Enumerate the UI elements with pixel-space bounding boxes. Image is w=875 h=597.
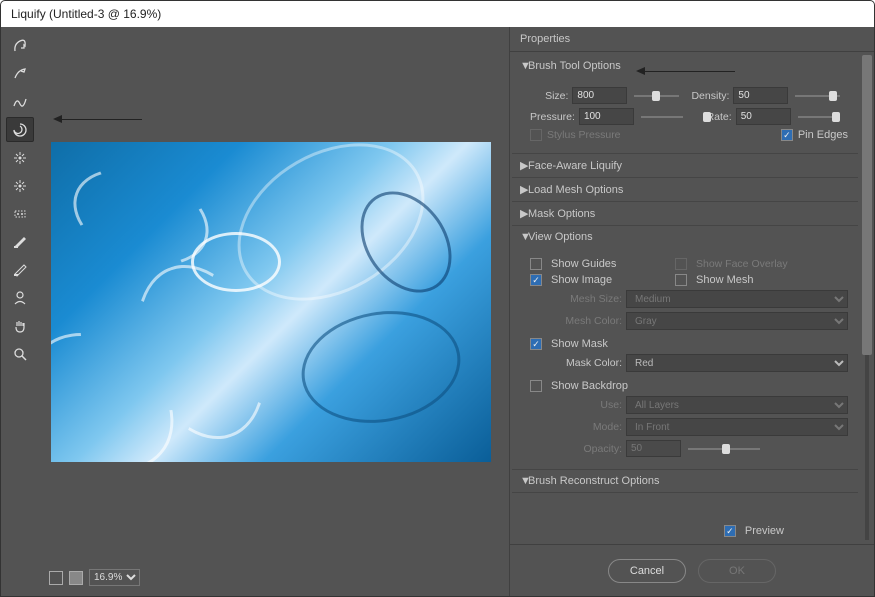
rate-label: Rate: [695,111,731,123]
show-guides-checkbox[interactable] [530,258,542,270]
show-image-label: Show Image [551,274,671,286]
mask-color-select[interactable]: Red [626,354,848,372]
mesh-color-select: Gray [626,312,848,330]
forward-warp-tool[interactable] [6,33,34,58]
show-mask-checkbox[interactable]: ✓ [530,338,542,350]
zoom-tool[interactable] [6,341,34,366]
stylus-pressure-checkbox [530,129,542,141]
show-backdrop-label: Show Backdrop [551,380,628,392]
dialog-footer: ✓Preview Cancel OK [510,544,874,596]
canvas-area: 16.9% [39,27,509,596]
face-tool[interactable] [6,285,34,310]
toolbar [1,27,39,596]
mask-color-label: Mask Color: [530,357,622,369]
triangle-right-icon: ▶ [520,183,528,196]
pressure-slider[interactable] [641,111,683,123]
thaw-mask-tool[interactable] [6,257,34,282]
use-select: All Layers [626,396,848,414]
mode-select: In Front [626,418,848,436]
pucker-tool[interactable] [6,145,34,170]
window-title: Liquify (Untitled-3 @ 16.9%) [1,1,874,27]
show-mesh-label: Show Mesh [696,274,753,286]
stylus-pressure-label: Stylus Pressure [547,129,621,141]
preview-checkbox[interactable]: ✓ [724,525,736,537]
density-label: Density: [691,90,729,102]
density-slider[interactable] [795,90,840,102]
preview-canvas[interactable] [51,142,491,462]
section-brush-tool-options[interactable]: ▼Brush Tool Options [512,55,858,77]
pin-edges-label: Pin Edges [798,129,848,141]
smooth-tool[interactable] [6,89,34,114]
show-backdrop-checkbox[interactable] [530,380,542,392]
hand-tool[interactable] [6,313,34,338]
show-guides-label: Show Guides [551,258,671,270]
pressure-input[interactable] [579,108,634,125]
show-face-overlay-checkbox [675,258,687,270]
freeze-mask-tool[interactable] [6,229,34,254]
zoom-select[interactable]: 16.9% [89,569,140,586]
rate-input[interactable] [736,108,791,125]
rate-slider[interactable] [798,111,840,123]
push-left-tool[interactable] [6,201,34,226]
bloat-tool[interactable] [6,173,34,198]
section-view-options[interactable]: ▼View Options [512,226,858,248]
triangle-down-icon: ▼ [520,231,528,243]
annotation-arrow-tool [57,119,142,120]
show-mesh-checkbox[interactable] [675,274,687,286]
size-input[interactable] [572,87,627,104]
pin-edges-checkbox[interactable]: ✓ [781,129,793,141]
panel-title: Properties [510,27,874,52]
ok-button: OK [698,559,776,583]
opacity-label: Opacity: [530,443,622,455]
size-slider[interactable] [634,90,679,102]
section-load-mesh[interactable]: ▶Load Mesh Options [512,178,858,201]
triangle-down-icon: ▼ [520,475,528,487]
mesh-color-label: Mesh Color: [530,315,622,327]
mesh-size-label: Mesh Size: [530,293,622,305]
opacity-slider [688,443,760,455]
twirl-tool[interactable] [6,117,34,142]
zoom-actual-icon[interactable] [69,571,83,585]
section-mask-options[interactable]: ▶Mask Options [512,202,858,225]
triangle-right-icon: ▶ [520,159,528,172]
section-face-aware[interactable]: ▶Face-Aware Liquify [512,154,858,177]
triangle-right-icon: ▶ [520,207,528,220]
show-face-overlay-label: Show Face Overlay [696,258,788,270]
zoom-bar: 16.9% [49,569,140,586]
show-image-checkbox[interactable]: ✓ [530,274,542,286]
show-mask-label: Show Mask [551,338,608,350]
reconstruct-tool[interactable] [6,61,34,86]
density-input[interactable] [733,87,788,104]
zoom-fullview-icon[interactable] [49,571,63,585]
cancel-button[interactable]: Cancel [608,559,686,583]
pressure-label: Pressure: [530,111,575,123]
panel-scrollbar[interactable] [862,55,872,540]
use-label: Use: [530,399,622,411]
triangle-down-icon: ▼ [520,60,528,72]
size-label: Size: [530,90,568,102]
section-brush-reconstruct[interactable]: ▼Brush Reconstruct Options [512,470,858,492]
mesh-size-select: Medium [626,290,848,308]
liquify-dialog: Liquify (Untitled-3 @ 16.9%) [0,0,875,597]
properties-panel: Properties ▼Brush Tool Options Size: Den… [509,27,874,596]
preview-label: Preview [745,525,784,537]
mode-label: Mode: [530,421,622,433]
opacity-input [626,440,681,457]
